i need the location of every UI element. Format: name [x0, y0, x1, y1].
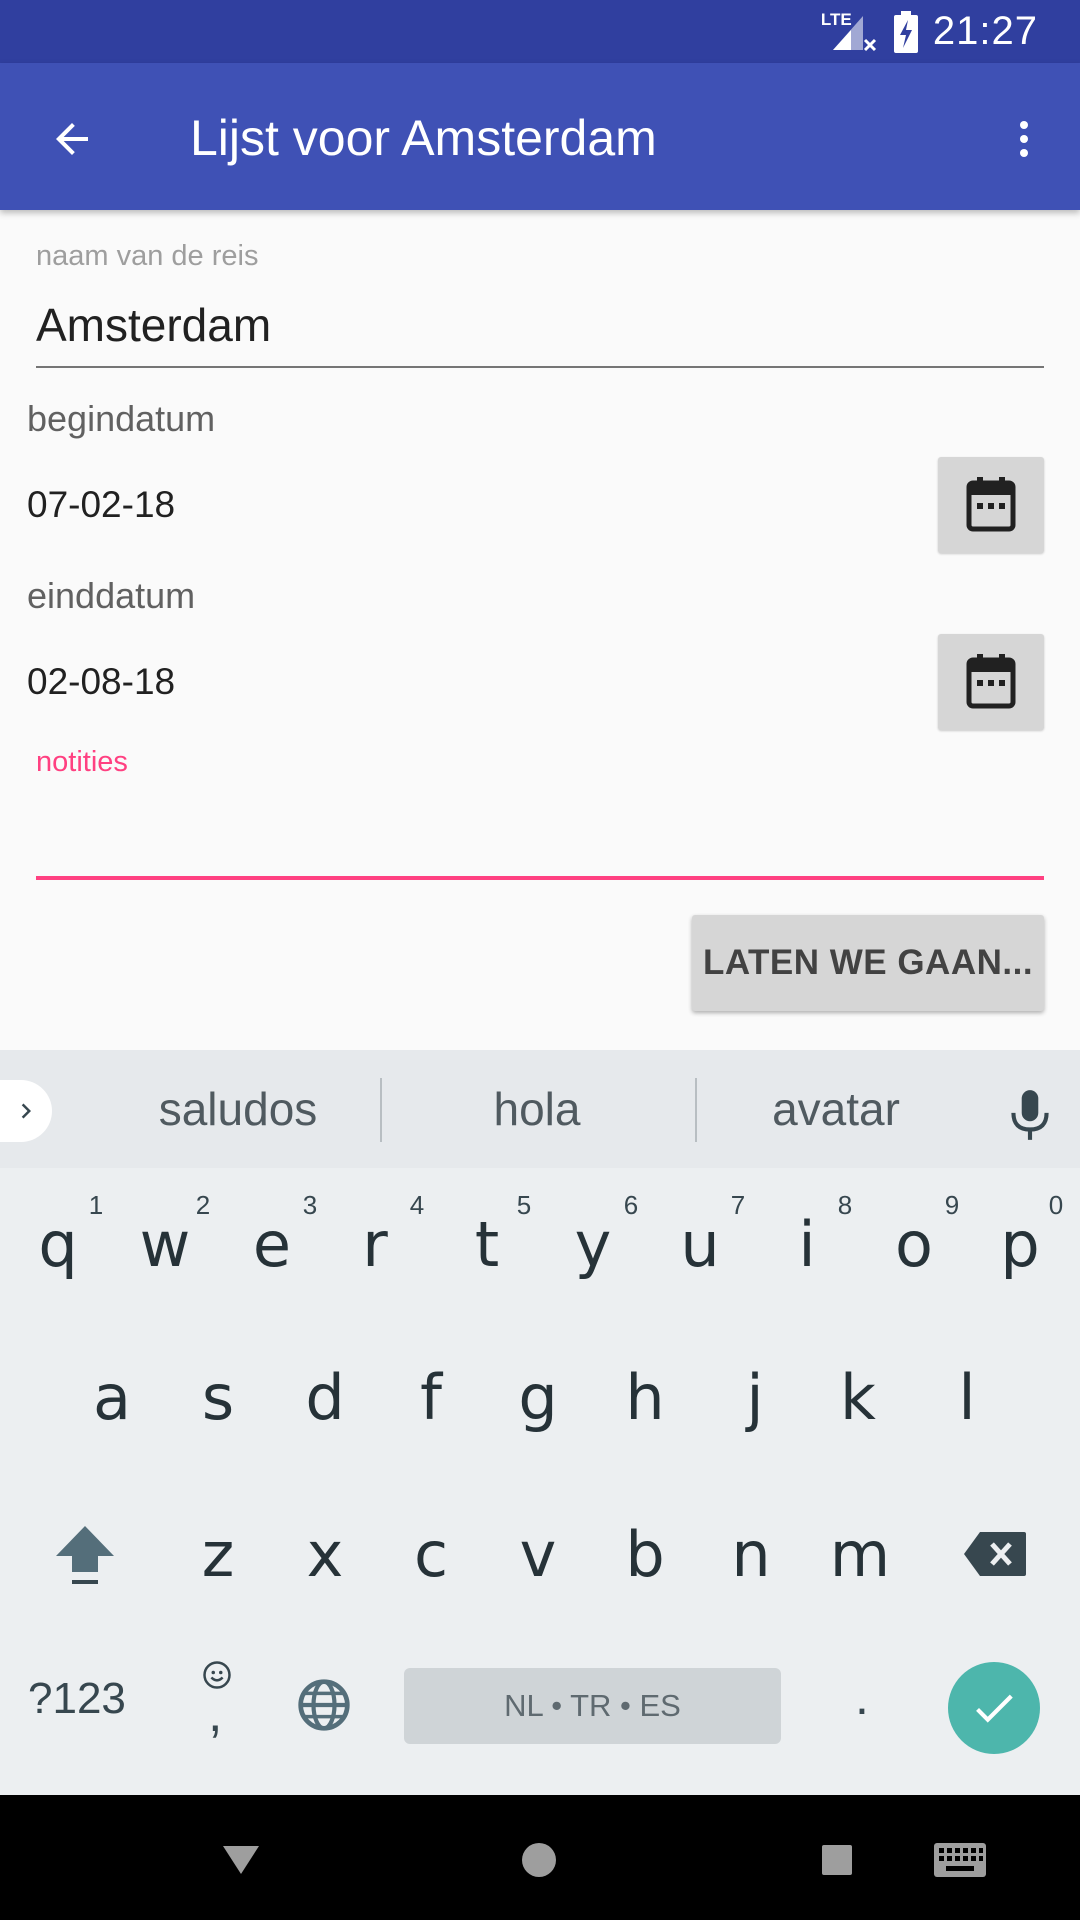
key-k[interactable]: k: [805, 1361, 911, 1434]
end-date-picker-button[interactable]: [938, 634, 1044, 730]
lets-go-button[interactable]: LATEN WE GAAN...: [692, 915, 1044, 1011]
app-bar: Lijst voor Amsterdam: [0, 63, 1080, 210]
key-q[interactable]: q: [5, 1208, 111, 1281]
nav-home-button[interactable]: [499, 1820, 579, 1900]
suggestion-1[interactable]: saludos: [98, 1082, 378, 1136]
notes-underline: [36, 876, 1044, 880]
navigation-bar: [0, 1795, 1080, 1920]
key-p[interactable]: p: [967, 1208, 1073, 1281]
nav-keyboard-button[interactable]: [920, 1820, 1000, 1900]
notes-input[interactable]: [36, 790, 1044, 874]
key-i[interactable]: i: [754, 1208, 860, 1281]
nav-recents-button[interactable]: [797, 1820, 877, 1900]
chevron-right-icon: [21, 1103, 31, 1119]
trip-name-label: naam van de reis: [36, 240, 259, 272]
mic-button[interactable]: [1005, 1086, 1055, 1144]
back-button[interactable]: [36, 103, 108, 175]
key-g[interactable]: g: [485, 1361, 591, 1434]
suggestion-3[interactable]: avatar: [698, 1082, 974, 1136]
key-u[interactable]: u: [647, 1208, 753, 1281]
key-x[interactable]: x: [272, 1518, 378, 1591]
signal-no-data-icon: LTE: [821, 10, 879, 54]
clock: 21:27: [932, 9, 1038, 53]
trip-name-input[interactable]: Amsterdam: [36, 298, 271, 352]
key-w[interactable]: w: [112, 1208, 218, 1281]
key-z[interactable]: z: [165, 1518, 271, 1591]
soft-keyboard: saludos hola avatar 1 2 3 4 5 6 7 8 9 0 …: [0, 1050, 1080, 1795]
start-date-picker-button[interactable]: [938, 457, 1044, 553]
status-bar: LTE 21:27: [0, 0, 1080, 63]
key-n[interactable]: n: [698, 1518, 804, 1591]
backspace-icon: [964, 1532, 1026, 1576]
key-b[interactable]: b: [592, 1518, 698, 1591]
comma-label: ,: [208, 1685, 223, 1743]
back-triangle-icon: [223, 1846, 259, 1874]
suggestion-divider: [695, 1078, 697, 1142]
key-m[interactable]: m: [807, 1518, 913, 1591]
key-r[interactable]: r: [322, 1208, 428, 1281]
calendar-icon: [966, 654, 1016, 709]
start-date-label: begindatum: [27, 398, 216, 439]
check-icon: [976, 1694, 1013, 1723]
overflow-menu-button[interactable]: [988, 103, 1060, 175]
expand-suggestions-button[interactable]: [0, 1080, 52, 1142]
key-y[interactable]: y: [540, 1208, 646, 1281]
start-date-value: 07-02-18: [27, 484, 176, 525]
mic-icon: [1011, 1090, 1049, 1140]
page-title: Lijst voor Amsterdam: [190, 110, 657, 166]
notes-label: notities: [36, 746, 128, 778]
more-vert-icon: [1020, 121, 1028, 157]
calendar-icon: [966, 477, 1016, 532]
space-key[interactable]: NL • TR • ES: [404, 1668, 781, 1744]
key-t[interactable]: t: [434, 1208, 540, 1281]
trip-name-underline: [36, 366, 1044, 368]
key-c[interactable]: c: [378, 1518, 484, 1591]
nav-back-button[interactable]: [201, 1820, 281, 1900]
recents-square-icon: [822, 1845, 852, 1875]
suggestion-bar: saludos hola avatar: [0, 1050, 1080, 1168]
key-l[interactable]: l: [914, 1361, 1020, 1434]
shift-icon: [56, 1526, 114, 1584]
globe-icon: [298, 1679, 350, 1731]
battery-charging-icon: [893, 10, 918, 53]
shift-key[interactable]: [50, 1520, 120, 1592]
end-date-value: 02-08-18: [27, 661, 176, 702]
arrow-back-icon: [56, 123, 88, 155]
comma-emoji-key[interactable]: ,: [196, 1658, 240, 1754]
enter-key[interactable]: [948, 1662, 1040, 1754]
keyboard-icon: [934, 1843, 986, 1877]
period-key[interactable]: .: [842, 1668, 882, 1726]
suggestion-2[interactable]: hola: [384, 1082, 690, 1136]
key-s[interactable]: s: [165, 1361, 271, 1434]
key-h[interactable]: h: [592, 1361, 698, 1434]
key-a[interactable]: a: [59, 1361, 165, 1434]
key-f[interactable]: f: [378, 1361, 484, 1434]
key-e[interactable]: e: [219, 1208, 325, 1281]
symbols-key[interactable]: ?123: [28, 1674, 126, 1724]
home-circle-icon: [522, 1843, 556, 1877]
end-date-label: einddatum: [27, 575, 196, 616]
suggestion-divider: [380, 1078, 382, 1142]
key-o[interactable]: o: [861, 1208, 967, 1281]
key-d[interactable]: d: [272, 1361, 378, 1434]
key-j[interactable]: j: [702, 1361, 808, 1434]
key-v[interactable]: v: [485, 1518, 591, 1591]
language-key[interactable]: [296, 1677, 352, 1733]
backspace-key[interactable]: [962, 1530, 1028, 1578]
